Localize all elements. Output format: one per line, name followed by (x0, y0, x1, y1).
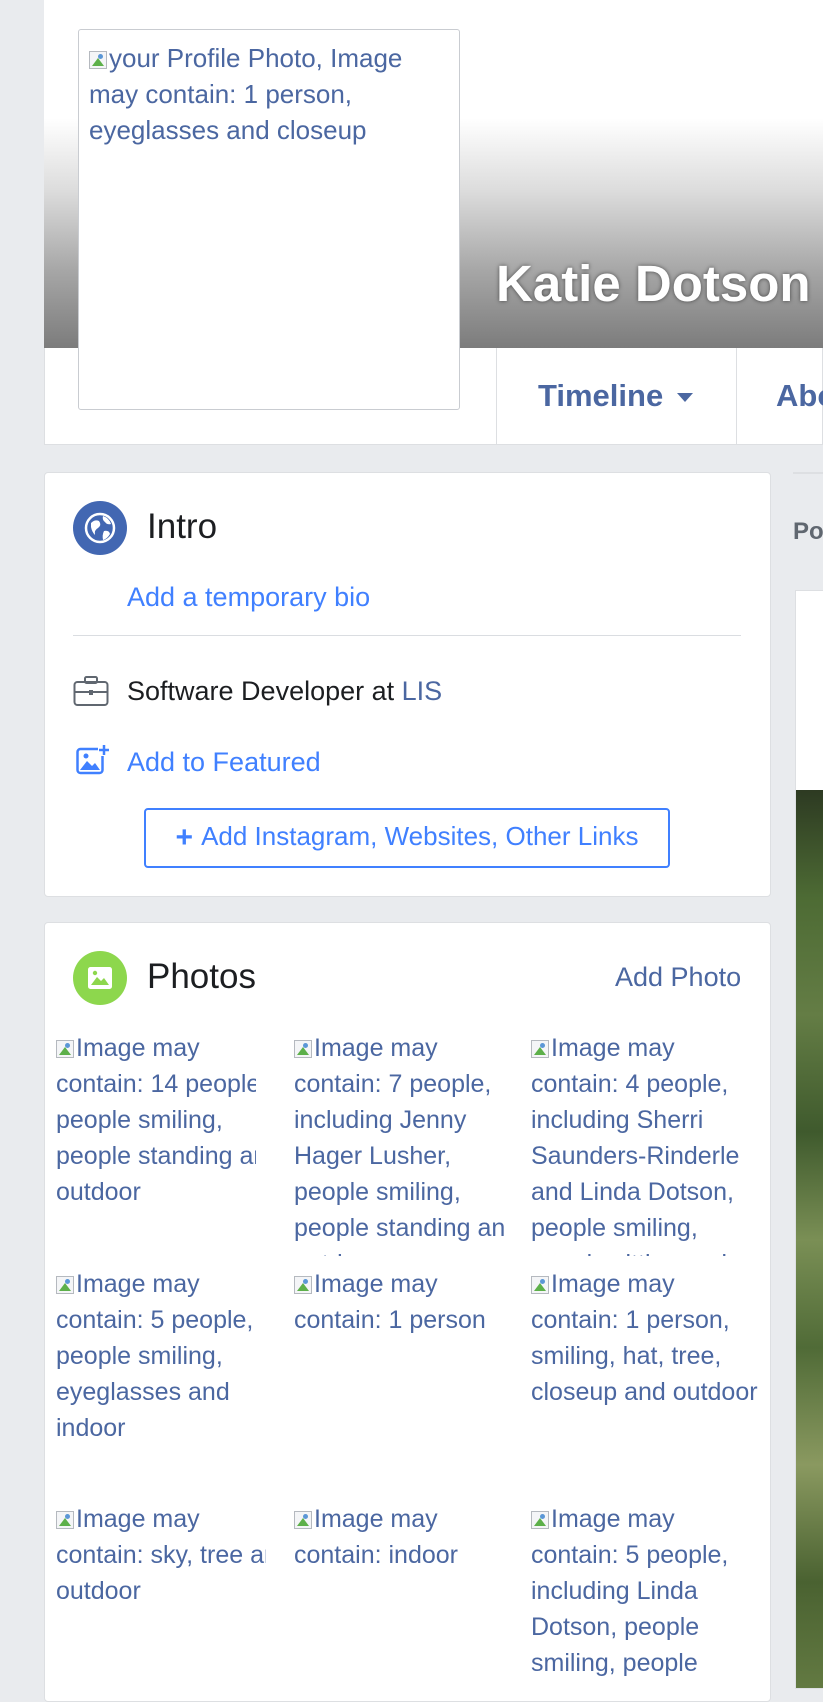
broken-image-icon (56, 1511, 74, 1529)
intro-title: Intro (147, 507, 218, 546)
post-card[interactable] (795, 590, 823, 1689)
briefcase-icon (73, 675, 109, 712)
photo-thumbnail[interactable]: Image may contain: 5 people, people smil… (56, 1266, 256, 1492)
tab-about[interactable]: Abo (776, 378, 823, 414)
photos-icon (73, 951, 127, 1005)
photo-thumbnail[interactable]: Image may contain: sky, tree and outdoor (56, 1501, 266, 1689)
photo-alt-text: Image may contain: 7 people, including J… (294, 1034, 504, 1256)
broken-image-icon (531, 1276, 549, 1294)
broken-image-icon (531, 1511, 549, 1529)
photo-thumbnail[interactable]: Image may contain: indoor (294, 1501, 504, 1689)
add-links-label: Add Instagram, Websites, Other Links (201, 821, 639, 851)
broken-image-icon (294, 1040, 312, 1058)
broken-image-icon (56, 1276, 74, 1294)
photo-thumbnail[interactable]: Image may contain: 1 person, smiling, ha… (531, 1266, 761, 1492)
photo-alt-text: Image may contain: 4 people, including S… (531, 1034, 740, 1256)
photo-alt-text: Image may contain: 14 people, people smi… (56, 1034, 256, 1206)
add-links-button[interactable]: + Add Instagram, Websites, Other Links (144, 808, 670, 868)
add-photo-link[interactable]: Add Photo (615, 962, 741, 993)
globe-icon (73, 501, 127, 555)
work-info: Software Developer at LIS (127, 676, 442, 707)
intro-divider (73, 635, 741, 636)
broken-image-icon (294, 1276, 312, 1294)
photo-thumbnail[interactable]: Image may contain: 14 people, people smi… (56, 1030, 256, 1256)
profile-photo[interactable]: your Profile Photo, Image may contain: 1… (78, 29, 460, 410)
profile-photo-alt: your Profile Photo, Image may contain: 1… (89, 40, 439, 148)
nav-divider (496, 348, 497, 445)
photo-alt-text: Image may contain: 1 person, smiling, ha… (531, 1270, 758, 1406)
add-to-featured-link[interactable]: Add to Featured (127, 747, 321, 778)
add-featured-icon (76, 744, 110, 781)
post-photo[interactable] (796, 790, 823, 1688)
photo-thumbnail[interactable]: Image may contain: 5 people, including L… (531, 1501, 761, 1689)
photo-alt-text: Image may contain: sky, tree and outdoor (56, 1505, 266, 1605)
broken-image-icon (294, 1511, 312, 1529)
nav-divider (736, 348, 737, 445)
tab-timeline[interactable]: Timeline (538, 378, 694, 414)
tab-about-label: Abo (776, 378, 823, 413)
plus-icon: + (175, 821, 194, 854)
tab-timeline-label: Timeline (538, 378, 664, 413)
work-company-link[interactable]: LIS (402, 676, 443, 706)
work-title: Software Developer at (127, 676, 402, 706)
add-bio-link[interactable]: Add a temporary bio (127, 582, 370, 613)
photo-alt-text: Image may contain: 5 people, including L… (531, 1505, 761, 1689)
caret-down-icon (677, 393, 694, 403)
photo-alt-text: Image may contain: 1 person (294, 1270, 486, 1334)
photos-title: Photos (147, 957, 256, 996)
posts-heading: Po (793, 518, 823, 545)
photo-thumbnail[interactable]: Image may contain: 4 people, including S… (531, 1030, 761, 1256)
photo-alt-text: Image may contain: indoor (294, 1505, 459, 1569)
photo-alt-text: Image may contain: 5 people, people smil… (56, 1270, 254, 1442)
broken-image-icon (56, 1040, 74, 1058)
photo-thumbnail[interactable]: Image may contain: 1 person (294, 1266, 504, 1492)
right-column-divider (793, 472, 823, 474)
photo-thumbnail[interactable]: Image may contain: 7 people, including J… (294, 1030, 504, 1256)
profile-photo-alt-text: your Profile Photo, Image may contain: 1… (89, 43, 403, 145)
broken-image-icon (89, 51, 107, 69)
profile-name[interactable]: Katie Dotson (496, 254, 811, 313)
broken-image-icon (531, 1040, 549, 1058)
